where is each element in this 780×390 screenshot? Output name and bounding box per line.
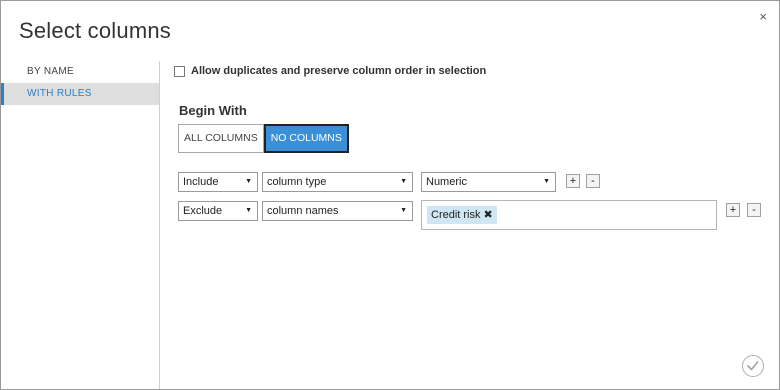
column-tag-label: Credit risk xyxy=(431,209,481,221)
rule-1-criterion-value: column type xyxy=(267,176,327,188)
remove-tag-icon[interactable]: ✖ xyxy=(484,209,493,221)
all-columns-button[interactable]: ALL COLUMNS xyxy=(178,124,264,153)
sidebar-item-by-name[interactable]: BY NAME xyxy=(1,61,159,83)
sidebar-item-label: BY NAME xyxy=(27,66,74,77)
ok-button[interactable] xyxy=(742,355,764,377)
sidebar-item-label: WITH RULES xyxy=(27,88,92,99)
rule-1-value-select[interactable]: Numeric ▼ xyxy=(421,172,556,192)
sidebar-item-with-rules[interactable]: WITH RULES xyxy=(1,83,159,105)
column-names-input[interactable]: Credit risk ✖ xyxy=(421,200,717,230)
select-columns-dialog: Select columns × BY NAME WITH RULES Allo… xyxy=(0,0,780,390)
chevron-down-icon: ▼ xyxy=(400,207,407,214)
rule-1-action-value: Include xyxy=(183,176,219,188)
column-tag: Credit risk ✖ xyxy=(427,206,497,224)
rule-1-value-text: Numeric xyxy=(426,176,467,188)
rule-1-remove-button[interactable]: - xyxy=(586,174,600,188)
rule-2-criterion-select[interactable]: column names ▼ xyxy=(262,201,413,221)
rule-2-criterion-value: column names xyxy=(267,205,339,217)
rule-2-action-select[interactable]: Exclude ▼ xyxy=(178,201,258,221)
checkmark-icon xyxy=(747,361,759,371)
rule-2-add-button[interactable]: + xyxy=(726,203,740,217)
rule-2-remove-button[interactable]: - xyxy=(747,203,761,217)
close-icon[interactable]: × xyxy=(759,10,767,23)
sidebar: BY NAME WITH RULES xyxy=(1,61,160,389)
dialog-title: Select columns xyxy=(19,18,171,43)
rule-2-action-value: Exclude xyxy=(183,205,223,217)
chevron-down-icon: ▼ xyxy=(245,207,252,214)
allow-duplicates-checkbox[interactable] xyxy=(174,65,185,77)
allow-duplicates-label: Allow duplicates and preserve column ord… xyxy=(191,65,487,77)
rule-1-action-select[interactable]: Include ▼ xyxy=(178,172,258,192)
rule-1-add-button[interactable]: + xyxy=(566,174,580,188)
rule-1-criterion-select[interactable]: column type ▼ xyxy=(262,172,413,192)
chevron-down-icon: ▼ xyxy=(543,178,550,185)
allow-duplicates-row: Allow duplicates and preserve column ord… xyxy=(174,65,486,77)
chevron-down-icon: ▼ xyxy=(245,178,252,185)
chevron-down-icon: ▼ xyxy=(400,178,407,185)
begin-with-toggle: ALL COLUMNS NO COLUMNS xyxy=(178,124,349,153)
no-columns-button[interactable]: NO COLUMNS xyxy=(263,124,349,153)
begin-with-label: Begin With xyxy=(179,103,247,118)
